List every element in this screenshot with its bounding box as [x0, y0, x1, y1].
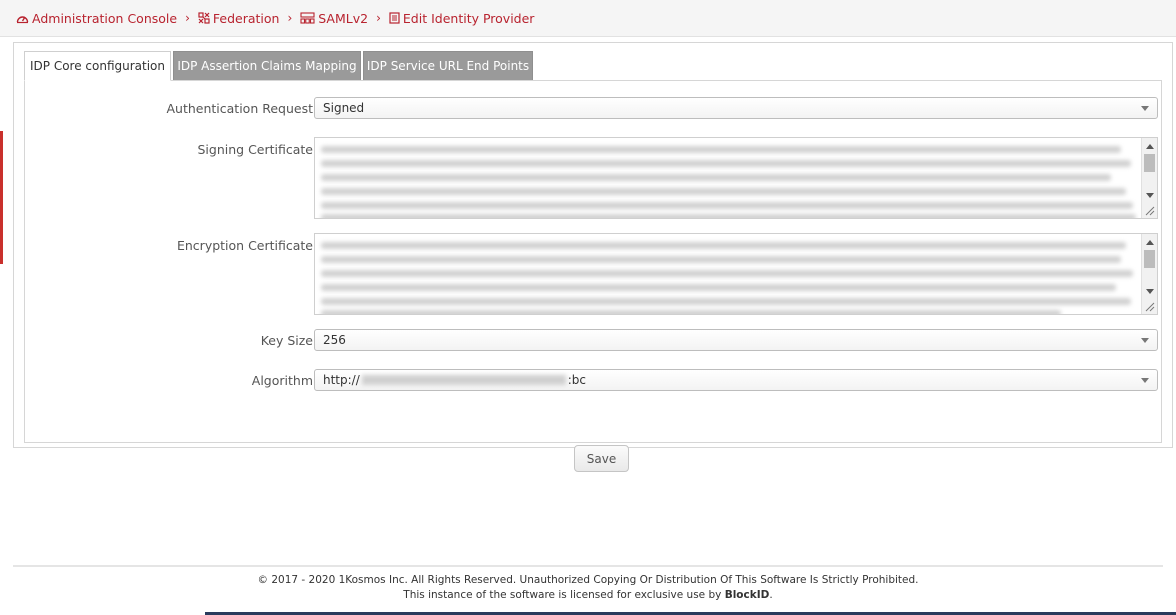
redacted-text — [321, 174, 1111, 181]
auth-request-select[interactable]: Signed — [314, 97, 1158, 119]
auth-request-value: Signed — [323, 101, 365, 115]
resize-grip-icon[interactable] — [1145, 206, 1155, 216]
auth-request-label: Authentication Request — [166, 101, 313, 116]
breadcrumb-samlv2[interactable]: SAMLv2 — [300, 11, 368, 26]
signing-cert-label: Signing Certificate — [197, 142, 314, 157]
breadcrumb-administration-console[interactable]: Administration Console — [16, 11, 177, 26]
federation-icon — [198, 12, 210, 24]
footer-license-end: . — [769, 589, 773, 601]
footer: © 2017 - 2020 1Kosmos Inc. All Rights Re… — [0, 573, 1176, 603]
breadcrumb-label: Edit Identity Provider — [402, 10, 535, 26]
scroll-up-icon[interactable] — [1146, 144, 1154, 149]
edit-doc-icon — [389, 12, 400, 24]
algorithm-select[interactable]: http:// :bc — [314, 369, 1158, 391]
algorithm-value-prefix: http:// — [323, 373, 360, 387]
footer-license: This instance of the software is license… — [0, 588, 1176, 603]
redacted-text — [321, 242, 1126, 249]
encryption-cert-label: Encryption Certificate — [176, 238, 313, 253]
chevron-down-icon — [1141, 378, 1149, 383]
redacted-text — [321, 214, 1136, 218]
footer-copyright: © 2017 - 2020 1Kosmos Inc. All Rights Re… — [257, 574, 919, 586]
breadcrumb-federation[interactable]: Federation — [198, 10, 280, 26]
breadcrumb-label: Administration Console — [32, 10, 178, 26]
scroll-up-icon[interactable] — [1146, 240, 1154, 245]
scroll-down-icon[interactable] — [1146, 193, 1154, 198]
redacted-text — [321, 310, 1061, 314]
breadcrumb-edit-identity-provider: Edit Identity Provider — [389, 10, 535, 26]
breadcrumb-label: Federation — [212, 10, 280, 26]
breadcrumb: Administration Console › Federation › SA… — [0, 0, 1176, 37]
breadcrumb-separator: › — [376, 11, 381, 25]
redacted-text — [321, 298, 1131, 305]
redacted-text — [321, 160, 1131, 167]
tab-idp-service-url-end-points[interactable]: IDP Service URL End Points — [363, 51, 533, 81]
idp-config-panel: IDP Core configuration IDP Assertion Cla… — [13, 42, 1173, 472]
footer-license-text: This instance of the software is license… — [403, 589, 725, 601]
key-size-value: 256 — [323, 333, 346, 347]
redacted-text — [361, 375, 566, 385]
scroll-down-icon[interactable] — [1146, 289, 1154, 294]
footer-divider — [13, 565, 1163, 567]
scroll-thumb[interactable] — [1144, 154, 1155, 172]
chevron-down-icon — [1141, 106, 1149, 111]
tab-idp-core-configuration[interactable]: IDP Core configuration — [24, 51, 171, 81]
save-button[interactable]: Save — [574, 445, 629, 472]
footer-licensee: BlockID — [724, 589, 770, 601]
tab-bar: IDP Core configuration IDP Assertion Cla… — [24, 51, 535, 81]
redacted-text — [321, 146, 1121, 153]
breadcrumb-label: SAMLv2 — [318, 10, 369, 26]
chevron-down-icon — [1141, 338, 1149, 343]
redacted-text — [321, 256, 1121, 263]
signing-cert-textarea[interactable] — [314, 137, 1158, 219]
dashboard-icon — [16, 16, 29, 24]
breadcrumb-separator: › — [185, 11, 190, 25]
saml-icon — [300, 12, 315, 24]
breadcrumb-separator: › — [287, 11, 293, 25]
redacted-text — [321, 270, 1133, 277]
algorithm-label: Algorithm — [251, 373, 313, 388]
redacted-text — [321, 202, 1133, 209]
algorithm-value-suffix: :bc — [567, 373, 587, 387]
redacted-text — [321, 284, 1116, 291]
key-size-label: Key Size — [260, 333, 313, 348]
key-size-select[interactable]: 256 — [314, 329, 1158, 351]
side-indicator — [0, 131, 3, 264]
tab-content: Authentication Request Signed Signing Ce… — [24, 80, 1162, 472]
tab-idp-assertion-claims-mapping[interactable]: IDP Assertion Claims Mapping — [173, 51, 361, 81]
encryption-cert-textarea[interactable] — [314, 233, 1158, 315]
resize-grip-icon[interactable] — [1145, 302, 1155, 312]
scroll-thumb[interactable] — [1144, 250, 1155, 268]
redacted-text — [321, 188, 1126, 195]
